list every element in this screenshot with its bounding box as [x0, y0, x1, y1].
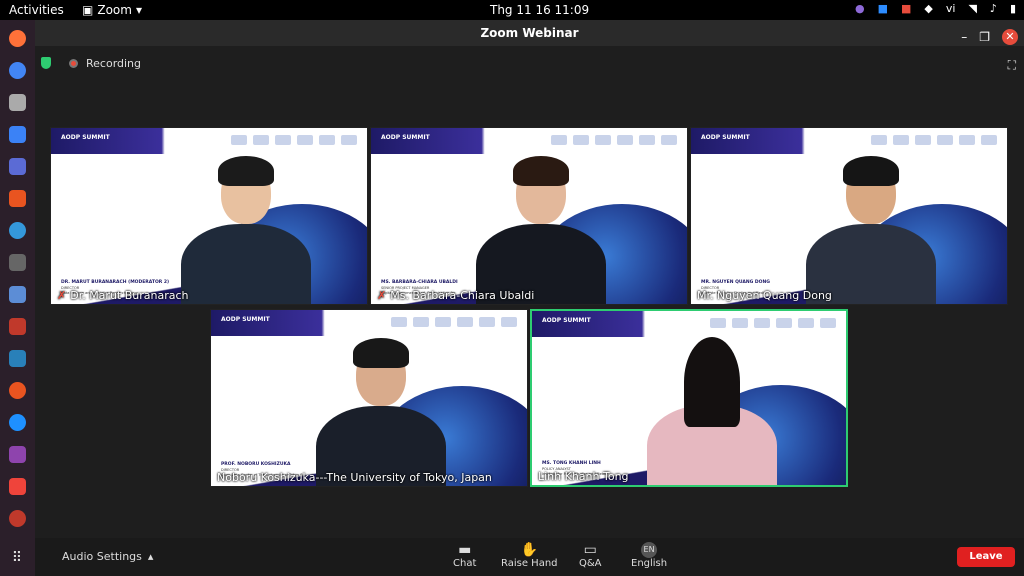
- interpretation-label: English: [631, 558, 668, 569]
- dropbox-icon[interactable]: ◆: [924, 2, 932, 15]
- slide-banner: AODP SUMMIT: [51, 128, 367, 154]
- ubuntu-icon[interactable]: [9, 382, 26, 399]
- sponsor-logos: [391, 317, 517, 327]
- aodp-logo: AODP SUMMIT: [381, 134, 430, 141]
- chevron-up-icon: ▴: [147, 550, 154, 563]
- aodp-logo: AODP SUMMIT: [61, 134, 110, 141]
- slide-banner: AODP SUMMIT: [532, 311, 846, 337]
- zoom-app-icon: ▣: [82, 3, 94, 17]
- zoom-window: Zoom Webinar – ❐ ✕ Recording ⛶ AODP SUMM…: [35, 20, 1024, 576]
- chat-label: Chat: [453, 558, 477, 569]
- anydesk-icon[interactable]: [9, 478, 26, 495]
- satellite-icon[interactable]: [9, 254, 26, 271]
- chat-button[interactable]: ▬ Chat: [453, 542, 476, 569]
- participant-name: Noboru Koshizuka---The University of Tok…: [217, 471, 492, 484]
- participant-name: ✗ Ms. Barbara-Chiara Ubaldi: [377, 289, 535, 302]
- zoom-icon[interactable]: ■: [878, 2, 888, 15]
- security-shield-icon[interactable]: [41, 57, 51, 69]
- app-menu[interactable]: ▣ Zoom ▾: [82, 3, 142, 17]
- interpretation-button[interactable]: EN English: [631, 542, 667, 569]
- video-tile[interactable]: AODP SUMMIT DR. MARUT BURANARACH (MODERA…: [50, 127, 368, 305]
- video-tile[interactable]: AODP SUMMIT MS. BARBARA-CHIARA UBALDI SEN…: [370, 127, 688, 305]
- language-indicator[interactable]: vi: [946, 2, 956, 15]
- software-center-icon[interactable]: [9, 190, 26, 207]
- clock[interactable]: Thg 11 16 11:09: [490, 3, 589, 17]
- meeting-controls: Audio Settings ▴ ▬ Chat ✋ Raise Hand ▭ Q&A E…: [35, 538, 1024, 576]
- chrome-icon[interactable]: [9, 62, 26, 79]
- slide-banner: AODP SUMMIT: [371, 128, 687, 154]
- aodp-logo: AODP SUMMIT: [542, 317, 591, 324]
- sponsor-logos: [551, 135, 677, 145]
- hand-icon: ✋: [520, 542, 538, 558]
- remote-desktop-icon[interactable]: [9, 350, 26, 367]
- audio-settings-label: Audio Settings: [62, 550, 142, 563]
- qa-label: Q&A: [579, 558, 602, 569]
- record-icon[interactable]: [9, 510, 26, 527]
- leave-button[interactable]: Leave: [957, 547, 1015, 567]
- firefox-icon[interactable]: [9, 30, 26, 47]
- participant-video: [176, 154, 316, 304]
- mail-icon[interactable]: ■: [901, 2, 911, 15]
- aodp-logo: AODP SUMMIT: [701, 134, 750, 141]
- spreadsheet-icon[interactable]: [9, 158, 26, 175]
- volume-icon[interactable]: ♪: [990, 2, 997, 15]
- battery-icon[interactable]: ▮: [1010, 2, 1016, 15]
- recording-label: Recording: [86, 57, 142, 70]
- files-icon[interactable]: [9, 94, 26, 111]
- dock: ⠿: [0, 20, 35, 576]
- image-viewer-icon[interactable]: [9, 318, 26, 335]
- screenshot-icon[interactable]: [9, 286, 26, 303]
- muted-mic-icon: ✗: [57, 289, 67, 302]
- slide-banner: AODP SUMMIT: [211, 310, 527, 336]
- muted-mic-icon: ✗: [377, 289, 387, 302]
- viber-icon[interactable]: ●: [855, 2, 865, 15]
- show-applications-icon[interactable]: ⠿: [8, 550, 26, 568]
- globe-en-icon: EN: [641, 542, 658, 558]
- participant-name: ✗ Dr. Marut Buranarach: [57, 289, 189, 302]
- app-menu-label: Zoom: [97, 3, 132, 17]
- audio-settings-button[interactable]: Audio Settings ▴: [62, 550, 153, 563]
- slide-banner: AODP SUMMIT: [691, 128, 1007, 154]
- participant-name: Mr. Nguyen Quang Dong: [697, 289, 832, 302]
- raise-hand-button[interactable]: ✋ Raise Hand: [501, 542, 558, 569]
- window-titlebar[interactable]: Zoom Webinar – ❐ ✕: [35, 20, 1024, 46]
- restore-icon[interactable]: ❐: [979, 24, 990, 50]
- video-tile[interactable]: AODP SUMMIT PROF. NOBORU KOSHIZUKA DIRECT…: [210, 309, 528, 487]
- help-icon[interactable]: [9, 222, 26, 239]
- terminal-icon[interactable]: [9, 446, 26, 463]
- video-tile-active-speaker[interactable]: AODP SUMMIT MS. TONG KHANH LINH POLICY AN…: [530, 309, 848, 487]
- video-tile[interactable]: AODP SUMMIT MR. NGUYEN QUANG DONG DIRECTO…: [690, 127, 1008, 305]
- qa-icon: ▭: [583, 542, 597, 558]
- window-title: Zoom Webinar: [480, 26, 579, 40]
- chat-icon: ▬: [458, 542, 472, 558]
- sponsor-logos: [231, 135, 357, 145]
- record-dot-icon: [69, 59, 78, 68]
- system-top-bar: Activities ▣ Zoom ▾ Thg 11 16 11:09 ● ■ ■ …: [0, 0, 1024, 20]
- chevron-down-icon: ▾: [135, 3, 142, 17]
- minimize-icon[interactable]: –: [961, 24, 967, 50]
- sponsor-logos: [871, 135, 997, 145]
- web-icon[interactable]: [9, 414, 26, 431]
- participant-name: Linh Khanh Tong: [538, 470, 629, 483]
- fullscreen-icon[interactable]: ⛶: [1008, 58, 1016, 73]
- activities-button[interactable]: Activities: [9, 3, 64, 17]
- sponsor-logos: [710, 318, 836, 328]
- wifi-icon[interactable]: ◥: [968, 2, 976, 15]
- aodp-logo: AODP SUMMIT: [221, 316, 270, 323]
- raise-hand-label: Raise Hand: [501, 558, 558, 569]
- system-tray[interactable]: ● ■ ■ ◆ vi ◥ ♪ ▮: [855, 2, 1016, 15]
- recording-indicator: Recording: [69, 57, 141, 70]
- close-icon[interactable]: ✕: [1002, 29, 1018, 45]
- qa-button[interactable]: ▭ Q&A: [579, 542, 602, 569]
- document-icon[interactable]: [9, 126, 26, 143]
